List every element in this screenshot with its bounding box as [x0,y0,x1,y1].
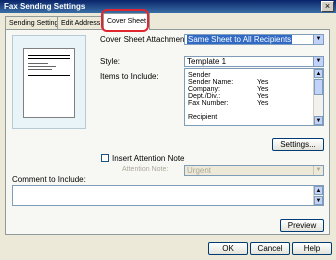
close-icon: × [324,1,331,11]
comment-scrollbar[interactable]: ▲ ▼ [313,186,323,205]
attention-note-select[interactable]: Urgent ▼ [184,165,324,176]
insert-attention-note-checkbox[interactable] [101,154,109,162]
scroll-up-icon[interactable]: ▲ [314,186,323,195]
list-item: Recipient [188,114,218,121]
cancel-button[interactable]: Cancel [250,242,290,255]
close-button[interactable]: × [321,1,334,12]
items-to-include-label: Items to Include: [100,72,159,81]
chevron-down-icon: ▼ [313,166,323,175]
window-title-bar: Fax Sending Settings [0,0,336,13]
comment-label: Comment to Include: [12,175,86,184]
attention-note-label: Attention Note: [122,166,169,173]
scroll-down-icon[interactable]: ▼ [314,116,323,125]
tab-label: Sending Settings [9,20,62,27]
list-scrollbar[interactable]: ▲ ▼ [313,69,323,125]
style-value: Template 1 [187,57,227,66]
items-to-include-list[interactable]: Sender Sender Name: Yes Company: Yes Dep… [184,68,324,126]
attachment-value: Same Sheet to All Recipients [187,35,293,44]
chevron-down-icon: ▼ [313,57,323,66]
ok-button[interactable]: OK [208,242,248,255]
list-item: Fax Number: [188,100,229,107]
preview-button[interactable]: Preview [280,219,324,232]
comment-textarea[interactable]: ▲ ▼ [12,185,324,206]
window-title: Fax Sending Settings [4,2,86,11]
attention-note-value: Urgent [187,166,212,175]
preview-page [23,48,75,118]
scroll-up-icon[interactable]: ▲ [314,69,323,78]
cover-sheet-preview [12,35,86,129]
highlight-outline [101,9,149,32]
cover-sheet-attachment-label: Cover Sheet Attachment: [100,35,189,44]
cover-sheet-attachment-select[interactable]: Same Sheet to All Recipients ▼ [184,34,324,45]
help-button[interactable]: Help [292,242,332,255]
insert-attention-note-label: Insert Attention Note [112,154,185,163]
settings-button[interactable]: Settings... [272,138,324,151]
style-label: Style: [100,57,121,66]
scroll-down-icon[interactable]: ▼ [314,196,323,205]
chevron-down-icon: ▼ [313,35,323,44]
list-item-value: Yes [257,100,269,107]
scroll-thumb[interactable] [314,79,323,95]
style-select[interactable]: Template 1 ▼ [184,56,324,67]
